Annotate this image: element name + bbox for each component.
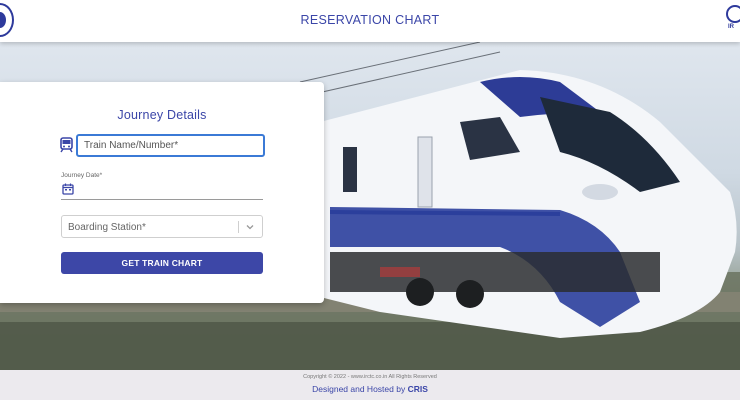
copyright-text: Copyright © 2022 - www.irctc.co.in All R… [303,374,437,380]
card-title: Journey Details [117,108,207,122]
journey-date-label: Journey Date* [61,172,103,179]
select-separator [238,221,239,233]
train-icon [60,137,73,153]
boarding-station-placeholder: Boarding Station* [68,222,146,233]
irctc-logo[interactable]: IR [724,5,740,35]
irctc-logo-mark [726,5,740,23]
boarding-station-select[interactable]: Boarding Station* [61,215,263,238]
journey-date-field[interactable] [61,181,263,200]
train-name-number-input[interactable] [76,134,265,157]
footer: Copyright © 2022 - www.irctc.co.in All R… [0,370,740,400]
hosted-by-prefix: Designed and Hosted by [312,384,408,394]
calendar-icon[interactable] [62,183,74,195]
cris-link[interactable]: CRIS [408,384,428,394]
page-title: RESERVATION CHART [300,13,440,27]
hosted-by-text: Designed and Hosted by CRIS [0,384,740,394]
get-train-chart-button[interactable]: GET TRAIN CHART [61,252,263,274]
irctc-logo-text: IR [728,24,734,30]
chevron-down-icon[interactable] [245,222,255,232]
top-header: RESERVATION CHART IR [0,0,740,42]
